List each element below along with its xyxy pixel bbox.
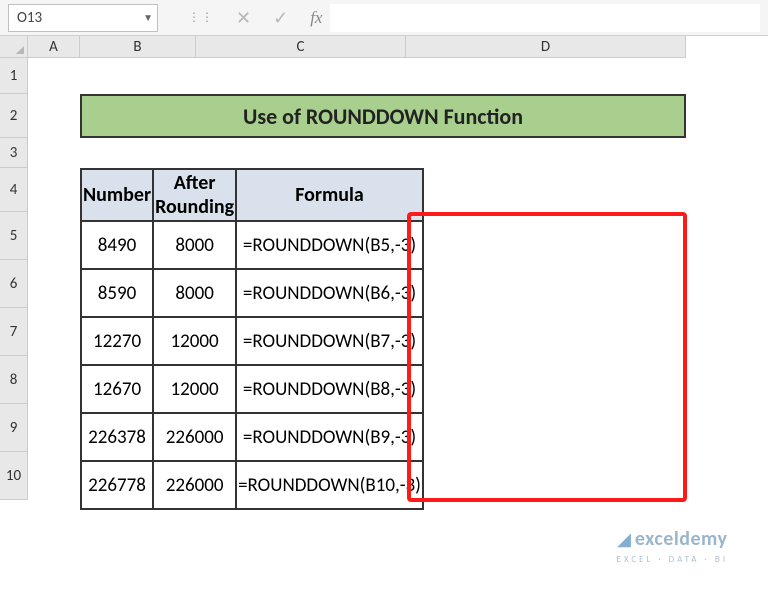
col-header-b[interactable]: B xyxy=(80,36,196,58)
watermark-icon: ◢ xyxy=(617,528,631,550)
row-header-6[interactable]: 6 xyxy=(0,260,28,308)
watermark-sub: EXCEL · DATA · BI xyxy=(617,554,728,565)
cell-formula[interactable]: =ROUNDDOWN(B7,-3) xyxy=(236,317,423,365)
cell-number[interactable]: 12270 xyxy=(81,317,153,365)
cell-formula[interactable]: =ROUNDDOWN(B5,-3) xyxy=(236,221,423,269)
cell-formula[interactable]: =ROUNDDOWN(B9,-3) xyxy=(236,413,423,461)
table-header-row: Number After Rounding Formula xyxy=(81,169,423,221)
fx-icon[interactable]: fx xyxy=(310,8,322,28)
col-header-d[interactable]: D xyxy=(406,36,686,58)
name-box-value: O13 xyxy=(17,9,42,27)
cell-formula[interactable]: =ROUNDDOWN(B6,-3) xyxy=(236,269,423,317)
cell-after[interactable]: 8000 xyxy=(153,269,236,317)
row-header-8[interactable]: 8 xyxy=(0,356,28,404)
cell-number[interactable]: 226778 xyxy=(81,461,153,509)
cell-after[interactable]: 226000 xyxy=(153,461,236,509)
table-row: 226778 226000 =ROUNDDOWN(B10,-3) xyxy=(81,461,423,509)
table-row: 226378 226000 =ROUNDDOWN(B9,-3) xyxy=(81,413,423,461)
cell-formula[interactable]: =ROUNDDOWN(B10,-3) xyxy=(236,461,423,509)
formula-bar-icons: ⋮⋮ ✕ ✓ fx xyxy=(188,7,322,29)
row-headers: 1 2 3 4 5 6 7 8 9 10 xyxy=(0,58,28,500)
cell-formula[interactable]: =ROUNDDOWN(B8,-3) xyxy=(236,365,423,413)
cell-number[interactable]: 8590 xyxy=(81,269,153,317)
cell-number[interactable]: 8490 xyxy=(81,221,153,269)
cell-number[interactable]: 12670 xyxy=(81,365,153,413)
watermark-brand: exceldemy xyxy=(635,527,728,551)
col-header-c[interactable]: C xyxy=(196,36,406,58)
cell-after[interactable]: 226000 xyxy=(153,413,236,461)
row-header-10[interactable]: 10 xyxy=(0,452,28,500)
formula-bar-row: O13 ▼ ⋮⋮ ✕ ✓ fx xyxy=(0,0,768,36)
cell-number[interactable]: 226378 xyxy=(81,413,153,461)
drag-handle-icon: ⋮⋮ xyxy=(188,14,214,22)
row-header-7[interactable]: 7 xyxy=(0,308,28,356)
row-header-3[interactable]: 3 xyxy=(0,138,28,168)
col-header-a[interactable]: A xyxy=(28,36,80,58)
header-number[interactable]: Number xyxy=(81,169,153,221)
watermark: ◢exceldemy EXCEL · DATA · BI xyxy=(617,528,728,567)
table-row: 12670 12000 =ROUNDDOWN(B8,-3) xyxy=(81,365,423,413)
header-after[interactable]: After Rounding xyxy=(153,169,236,221)
chevron-down-icon[interactable]: ▼ xyxy=(143,11,153,24)
row-header-9[interactable]: 9 xyxy=(0,404,28,452)
row-header-1[interactable]: 1 xyxy=(0,58,28,94)
column-headers: A B C D xyxy=(28,36,686,58)
table-row: 12270 12000 =ROUNDDOWN(B7,-3) xyxy=(81,317,423,365)
cell-after[interactable]: 12000 xyxy=(153,317,236,365)
cell-after[interactable]: 8000 xyxy=(153,221,236,269)
row-header-5[interactable]: 5 xyxy=(0,212,28,260)
formula-input[interactable] xyxy=(330,4,760,32)
row-header-4[interactable]: 4 xyxy=(0,168,28,212)
spreadsheet-grid: A B C D 1 2 3 4 5 6 7 8 9 10 Use of ROUN… xyxy=(0,36,768,596)
row-header-2[interactable]: 2 xyxy=(0,94,28,138)
highlight-rectangle xyxy=(407,212,687,502)
name-box[interactable]: O13 ▼ xyxy=(8,4,158,32)
header-formula[interactable]: Formula xyxy=(236,169,423,221)
cancel-icon[interactable]: ✕ xyxy=(236,7,251,29)
cell-after[interactable]: 12000 xyxy=(153,365,236,413)
table-row: 8490 8000 =ROUNDDOWN(B5,-3) xyxy=(81,221,423,269)
select-all-corner[interactable] xyxy=(0,36,28,58)
enter-icon[interactable]: ✓ xyxy=(273,7,288,29)
title-banner[interactable]: Use of ROUNDDOWN Function xyxy=(80,94,686,138)
data-table: Number After Rounding Formula 8490 8000 … xyxy=(80,168,424,510)
table-row: 8590 8000 =ROUNDDOWN(B6,-3) xyxy=(81,269,423,317)
